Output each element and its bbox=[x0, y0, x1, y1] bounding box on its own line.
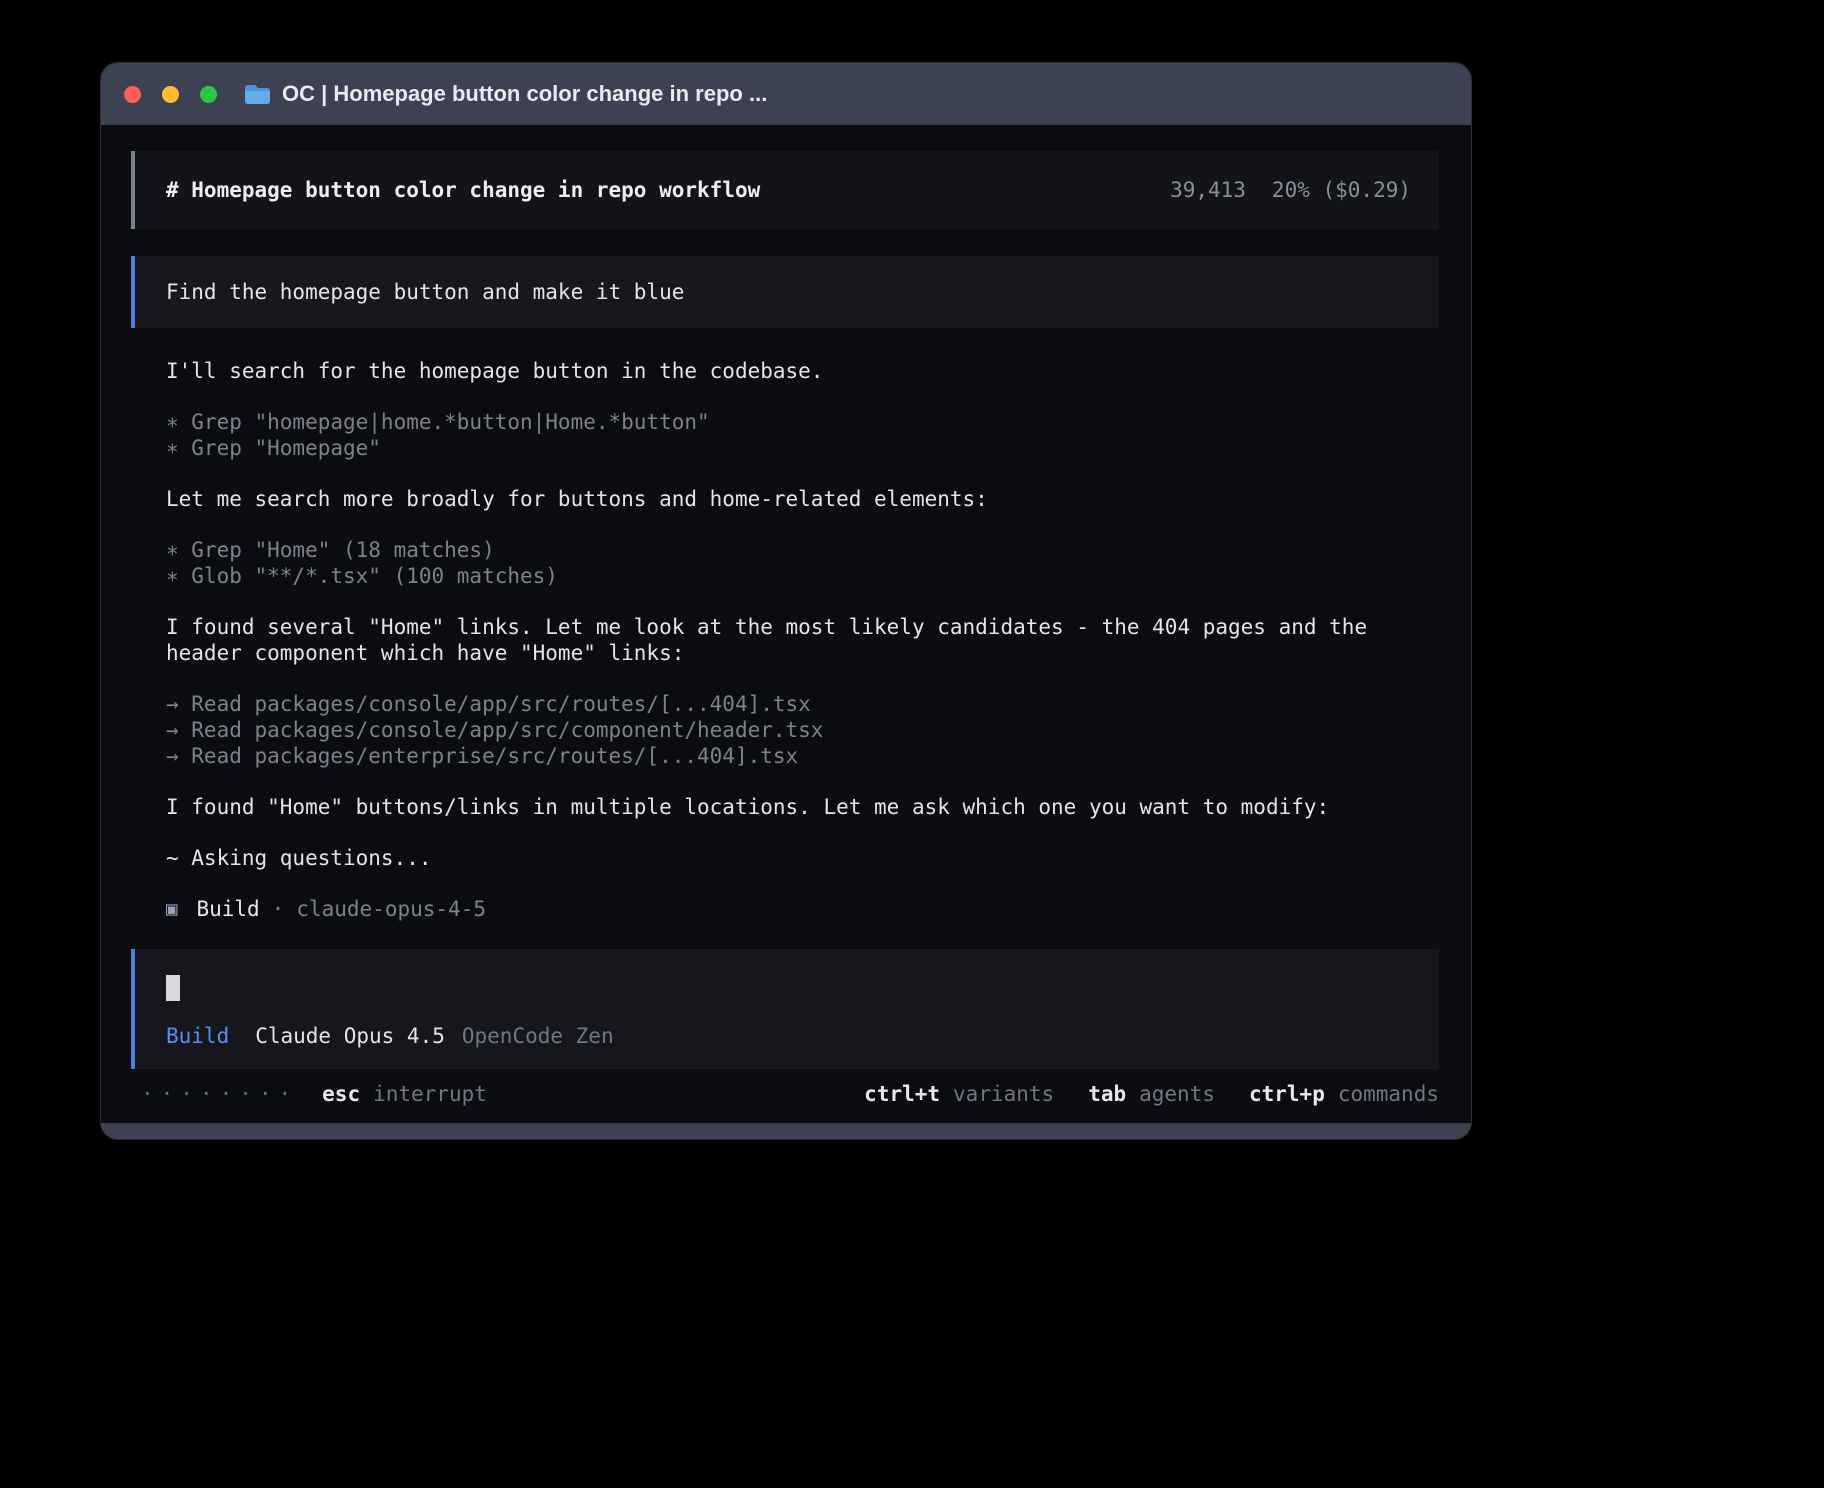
assistant-text: I found "Home" buttons/links in multiple… bbox=[166, 794, 1439, 820]
assistant-text: Let me search more broadly for buttons a… bbox=[166, 486, 1439, 512]
text-cursor bbox=[166, 975, 180, 1001]
prompt-input[interactable]: Build Claude Opus 4.5 OpenCode Zen bbox=[131, 949, 1439, 1069]
assistant-text: I found several "Home" links. Let me loo… bbox=[166, 614, 1439, 666]
assistant-status-text: ~ Asking questions... bbox=[166, 845, 1439, 871]
tool-call: → Read packages/console/app/src/componen… bbox=[166, 717, 1439, 743]
zoom-button[interactable] bbox=[200, 86, 217, 103]
tool-call: → Read packages/console/app/src/routes/[… bbox=[166, 691, 1439, 717]
tool-call: → Read packages/enterprise/src/routes/[.… bbox=[166, 743, 1439, 769]
hint-key: ctrl+p bbox=[1249, 1082, 1325, 1106]
model-label[interactable]: Claude Opus 4.5 bbox=[255, 1023, 445, 1049]
esc-key-label: interrupt bbox=[373, 1081, 487, 1107]
hint-label: agents bbox=[1139, 1082, 1215, 1106]
tool-call: ∗ Grep "Homepage" bbox=[166, 435, 1439, 461]
tool-call: ∗ Grep "homepage|home.*button|Home.*butt… bbox=[166, 409, 1439, 435]
session-stats: 39,413 20% ($0.29) bbox=[1170, 177, 1411, 203]
title-area: OC | Homepage button color change in rep… bbox=[244, 81, 767, 107]
titlebar[interactable]: OC | Homepage button color change in rep… bbox=[101, 63, 1471, 125]
session-header: # Homepage button color change in repo w… bbox=[131, 151, 1439, 229]
message-log: I'll search for the homepage button in t… bbox=[131, 358, 1439, 922]
agent-model: claude-opus-4-5 bbox=[296, 896, 486, 922]
esc-key-hint: esc bbox=[322, 1081, 360, 1107]
hint-label: variants bbox=[953, 1082, 1054, 1106]
window-bottom-edge bbox=[101, 1123, 1471, 1139]
window-title: OC | Homepage button color change in rep… bbox=[282, 81, 767, 107]
agent-separator: · bbox=[272, 896, 285, 922]
token-count: 39,413 bbox=[1170, 177, 1246, 203]
statusbar-left: ········ esc interrupt bbox=[141, 1081, 487, 1107]
agent-icon: ▣ bbox=[166, 896, 177, 922]
traffic-lights bbox=[101, 86, 217, 103]
session-title: # Homepage button color change in repo w… bbox=[166, 177, 760, 203]
hint-agents: tab agents bbox=[1088, 1081, 1215, 1107]
provider-label: OpenCode Zen bbox=[462, 1023, 614, 1049]
minimize-button[interactable] bbox=[162, 86, 179, 103]
context-usage: 20% ($0.29) bbox=[1272, 177, 1411, 203]
close-button[interactable] bbox=[124, 86, 141, 103]
hint-key: ctrl+t bbox=[864, 1082, 940, 1106]
folder-icon bbox=[244, 84, 271, 105]
hint-variants: ctrl+t variants bbox=[864, 1081, 1054, 1107]
assistant-text: I'll search for the homepage button in t… bbox=[166, 358, 1439, 384]
user-message: Find the homepage button and make it blu… bbox=[131, 256, 1439, 328]
statusbar-right: ctrl+t variants tab agents ctrl+p commands bbox=[830, 1081, 1439, 1107]
agent-name: Build bbox=[196, 896, 259, 922]
terminal-content: # Homepage button color change in repo w… bbox=[101, 125, 1471, 1123]
tool-call: ∗ Grep "Home" (18 matches) bbox=[166, 537, 1439, 563]
tool-call: ∗ Glob "**/*.tsx" (100 matches) bbox=[166, 563, 1439, 589]
hint-key: tab bbox=[1088, 1082, 1126, 1106]
hint-commands: ctrl+p commands bbox=[1249, 1081, 1439, 1107]
statusbar: ········ esc interrupt ctrl+t variants ta… bbox=[131, 1081, 1439, 1107]
spinner-icon: ········ bbox=[141, 1081, 298, 1107]
input-footer: Build Claude Opus 4.5 OpenCode Zen bbox=[166, 1023, 1409, 1049]
hint-label: commands bbox=[1338, 1082, 1439, 1106]
mode-label[interactable]: Build bbox=[166, 1023, 229, 1049]
terminal-window: OC | Homepage button color change in rep… bbox=[100, 62, 1472, 1140]
agent-status: ▣ Build · claude-opus-4-5 bbox=[166, 896, 1439, 922]
user-message-text: Find the homepage button and make it blu… bbox=[166, 279, 684, 305]
